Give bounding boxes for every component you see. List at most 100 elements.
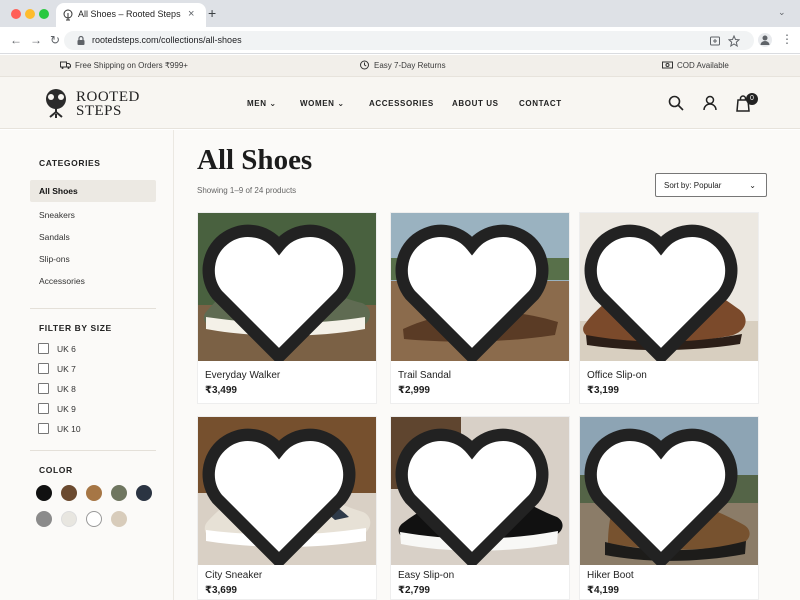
nav-contact[interactable]: CONTACT [519, 99, 562, 108]
nav-about-us[interactable]: ABOUT US [452, 99, 499, 108]
size-option-uk6[interactable]: UK 6 [38, 343, 76, 354]
size-checkbox[interactable] [38, 343, 49, 354]
browser-window: All Shoes – Rooted Steps × + ⌄ ← → ↻ roo… [0, 0, 800, 600]
product-card[interactable]: Hiker Boot ₹4,199 [579, 416, 759, 600]
announcement-bar: Free Shipping on Orders ₹999+ Easy 7-Day… [0, 55, 800, 77]
color-swatch[interactable] [136, 485, 152, 501]
product-image[interactable] [391, 213, 569, 361]
color-swatch[interactable] [36, 511, 52, 527]
install-app-icon[interactable] [709, 35, 721, 47]
site-header: ROOTED STEPS MEN ⌄ WOMEN ⌄ ACCESSORIES A… [0, 77, 800, 129]
page-title: All Shoes [197, 144, 313, 176]
color-swatch[interactable] [36, 485, 52, 501]
color-swatch[interactable] [86, 511, 102, 527]
product-card[interactable]: City Sneaker ₹3,699 [197, 416, 377, 600]
forward-button[interactable]: → [30, 33, 42, 47]
product-image[interactable] [580, 213, 758, 361]
tab-search-icon[interactable]: ⌄ [778, 7, 786, 18]
chevron-down-icon: ⌄ [749, 181, 756, 190]
product-price: ₹2,799 [398, 585, 430, 596]
lock-icon [77, 35, 85, 45]
product-image[interactable] [198, 417, 376, 565]
color-swatch[interactable] [111, 511, 127, 527]
wishlist-heart-icon[interactable] [391, 221, 561, 361]
product-card[interactable]: Office Slip-on ₹3,199 [579, 212, 759, 404]
size-option-uk7[interactable]: UK 7 [38, 363, 76, 374]
nav-men[interactable]: MEN ⌄ [247, 99, 277, 108]
size-checkbox[interactable] [38, 383, 49, 394]
collection-page: CATEGORIES All Shoes Sneakers Sandals Sl… [0, 130, 800, 600]
new-tab-button[interactable]: + [208, 5, 216, 21]
category-slip-ons[interactable]: Slip-ons [30, 248, 156, 270]
wishlist-heart-icon[interactable] [198, 425, 368, 565]
nav-women[interactable]: WOMEN ⌄ [300, 99, 345, 108]
site-logo-text[interactable]: ROOTED STEPS [76, 89, 140, 119]
product-name[interactable]: Easy Slip-on [398, 570, 454, 581]
category-sandals[interactable]: Sandals [30, 226, 156, 248]
wishlist-heart-icon[interactable] [198, 221, 368, 361]
product-name[interactable]: Office Slip-on [587, 370, 647, 381]
address-bar[interactable]: rootedsteps.com/collections/all-shoes [64, 31, 754, 50]
person-icon [760, 35, 770, 45]
size-label: UK 9 [57, 403, 76, 414]
product-image[interactable] [198, 213, 376, 361]
filter-sidebar: CATEGORIES All Shoes Sneakers Sandals Sl… [0, 130, 174, 600]
color-swatch[interactable] [61, 511, 77, 527]
tree-logo-icon[interactable] [40, 87, 72, 119]
product-name[interactable]: Hiker Boot [587, 570, 634, 581]
browser-menu-icon[interactable]: ⋮ [781, 32, 793, 46]
product-card[interactable]: Everyday Walker ₹3,499 [197, 212, 377, 404]
size-option-uk8[interactable]: UK 8 [38, 383, 76, 394]
close-tab-icon[interactable]: × [188, 7, 194, 21]
product-name[interactable]: City Sneaker [205, 570, 262, 581]
sort-value: Sort by: Popular [664, 181, 722, 190]
product-price: ₹4,199 [587, 585, 619, 596]
maximize-window-button[interactable] [39, 9, 49, 19]
announcement-cod: COD Available [662, 60, 729, 70]
announcement-returns: Easy 7-Day Returns [359, 60, 446, 70]
category-accessories[interactable]: Accessories [30, 270, 156, 292]
profile-avatar[interactable] [758, 33, 772, 47]
account-icon[interactable] [701, 94, 719, 112]
size-label: UK 8 [57, 383, 76, 394]
logo-line-steps: STEPS [76, 103, 122, 119]
color-swatch[interactable] [111, 485, 127, 501]
category-sneakers[interactable]: Sneakers [30, 204, 156, 226]
size-checkbox[interactable] [38, 423, 49, 434]
product-card[interactable]: Trail Sandal ₹2,999 [390, 212, 570, 404]
product-image[interactable] [580, 417, 758, 565]
size-option-uk10[interactable]: UK 10 [38, 423, 81, 434]
wishlist-heart-icon[interactable] [580, 425, 750, 565]
size-checkbox[interactable] [38, 363, 49, 374]
color-swatch[interactable] [86, 485, 102, 501]
category-all-shoes[interactable]: All Shoes [30, 180, 156, 202]
reload-button[interactable]: ↻ [50, 33, 60, 47]
minimize-window-button[interactable] [25, 9, 35, 19]
close-window-button[interactable] [11, 9, 21, 19]
truck-icon [60, 61, 71, 69]
wishlist-heart-icon[interactable] [580, 221, 750, 361]
color-swatch[interactable] [61, 485, 77, 501]
tab-title: All Shoes – Rooted Steps [78, 9, 181, 19]
announcement-label: Free Shipping on Orders ₹999+ [75, 60, 188, 70]
nav-accessories[interactable]: ACCESSORIES [369, 99, 434, 108]
tree-favicon-icon [63, 9, 73, 21]
cart-count-badge: 0 [746, 93, 758, 105]
tab-strip: All Shoes – Rooted Steps × + ⌄ [0, 0, 800, 27]
size-checkbox[interactable] [38, 403, 49, 414]
sort-select[interactable]: Sort by: Popular ⌄ [655, 173, 767, 197]
announcement-free-shipping: Free Shipping on Orders ₹999+ [60, 60, 188, 70]
bookmark-star-icon[interactable] [728, 35, 740, 47]
size-label: UK 6 [57, 343, 76, 354]
back-button[interactable]: ← [10, 33, 22, 47]
size-option-uk9[interactable]: UK 9 [38, 403, 76, 414]
categories-heading: CATEGORIES [39, 158, 101, 168]
search-icon[interactable] [667, 94, 685, 112]
product-name[interactable]: Trail Sandal [398, 370, 451, 381]
product-image[interactable] [391, 417, 569, 565]
product-card[interactable]: Easy Slip-on ₹2,799 [390, 416, 570, 600]
logo-line-rooted: ROOTED [76, 89, 140, 105]
active-tab[interactable]: All Shoes – Rooted Steps × [56, 3, 206, 27]
product-name[interactable]: Everyday Walker [205, 370, 280, 381]
wishlist-heart-icon[interactable] [391, 425, 561, 565]
